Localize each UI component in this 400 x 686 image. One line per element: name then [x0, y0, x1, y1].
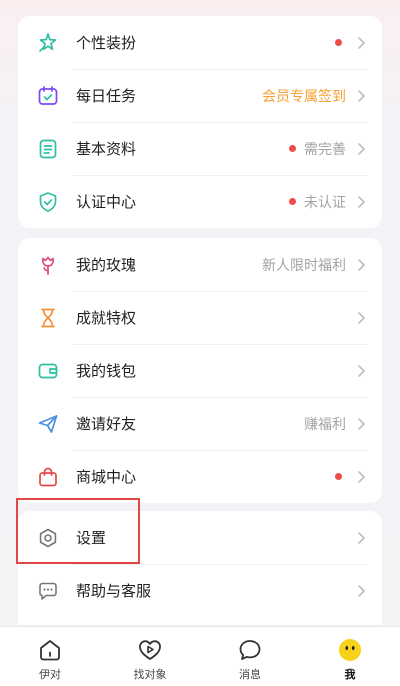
- menu-group-profile: 个性装扮 每日任务 会员专属签到 基本资料 需完善 认证中心 未认证: [18, 16, 382, 228]
- menu-item-daily-tasks[interactable]: 每日任务 会员专属签到: [18, 69, 382, 122]
- menu-item-mall[interactable]: 商城中心: [18, 450, 382, 503]
- paper-plane-icon: [36, 412, 60, 436]
- tab-home[interactable]: 伊对: [0, 627, 100, 686]
- notification-dot: [289, 145, 296, 152]
- chevron-right-icon: [358, 364, 365, 377]
- menu-item-label: 邀请好友: [76, 415, 137, 433]
- chevron-right-icon: [358, 584, 365, 597]
- chevron-right-icon: [358, 311, 365, 324]
- shopping-bag-icon: [36, 465, 60, 489]
- notification-dot: [289, 198, 296, 205]
- menu-item-my-roses[interactable]: 我的玫瑰 新人限时福利: [18, 238, 382, 291]
- menu-item-verification[interactable]: 认证中心 未认证: [18, 175, 382, 228]
- menu-item-invite-friends[interactable]: 邀请好友 赚福利: [18, 397, 382, 450]
- promo-text: 新人限时福利: [262, 257, 346, 274]
- vip-checkin-text: 会员专属签到: [262, 88, 346, 105]
- menu-item-label: 设置: [76, 529, 107, 547]
- menu-group-system: 设置 帮助与客服: [18, 511, 382, 625]
- shield-check-icon: [36, 190, 60, 214]
- menu-item-label: 商城中心: [76, 468, 137, 486]
- tab-label: 我: [344, 668, 356, 681]
- chevron-right-icon: [358, 142, 365, 155]
- bottom-tab-bar: 伊对 找对象 消息 我: [0, 626, 400, 686]
- chevron-right-icon: [358, 531, 365, 544]
- notification-dot: [335, 39, 342, 46]
- tab-find-partner[interactable]: 找对象: [100, 627, 200, 686]
- menu-item-label: 我的玫瑰: [76, 256, 137, 274]
- reward-text: 赚福利: [304, 416, 346, 433]
- tab-label: 伊对: [39, 668, 61, 681]
- menu-item-dress-up[interactable]: 个性装扮: [18, 16, 382, 69]
- status-text: 未认证: [304, 194, 346, 211]
- menu-item-label: 每日任务: [76, 87, 137, 105]
- heart-play-icon: [139, 640, 161, 660]
- rose-icon: [36, 253, 60, 277]
- chevron-right-icon: [358, 470, 365, 483]
- menu-item-settings[interactable]: 设置: [18, 511, 382, 564]
- tab-messages[interactable]: 消息: [200, 627, 300, 686]
- menu-item-achievements[interactable]: 成就特权: [18, 291, 382, 344]
- tab-label: 消息: [239, 668, 261, 681]
- chevron-right-icon: [358, 258, 365, 271]
- chevron-right-icon: [358, 195, 365, 208]
- menu-item-label: 帮助与客服: [76, 582, 152, 600]
- notification-dot: [335, 473, 342, 480]
- menu-item-wallet[interactable]: 我的钱包: [18, 344, 382, 397]
- chevron-right-icon: [358, 36, 365, 49]
- home-icon: [40, 640, 60, 661]
- gear-icon: [36, 526, 60, 550]
- message-icon: [239, 640, 261, 660]
- calendar-icon: [36, 84, 60, 108]
- chevron-right-icon: [358, 89, 365, 102]
- document-icon: [36, 137, 60, 161]
- menu-group-features: 我的玫瑰 新人限时福利 成就特权 我的钱包 邀请好友 赚福利 商城中心: [18, 238, 382, 503]
- wallet-icon: [36, 359, 60, 383]
- chat-bubble-icon: [36, 579, 60, 603]
- menu-item-basic-info[interactable]: 基本资料 需完善: [18, 122, 382, 175]
- chevron-right-icon: [358, 417, 365, 430]
- tab-me[interactable]: 我: [300, 627, 400, 686]
- menu-item-label: 基本资料: [76, 140, 137, 158]
- menu-item-help[interactable]: 帮助与客服: [18, 564, 382, 617]
- sparkle-icon: [36, 31, 60, 55]
- menu-item-label: 成就特权: [76, 309, 137, 327]
- tab-label: 找对象: [133, 668, 167, 681]
- menu-item-label: 认证中心: [76, 193, 137, 211]
- menu-item-label: 我的钱包: [76, 362, 137, 380]
- status-text: 需完善: [304, 141, 346, 158]
- hourglass-icon: [36, 306, 60, 330]
- menu-item-label: 个性装扮: [76, 34, 137, 52]
- avatar-icon: [339, 639, 361, 661]
